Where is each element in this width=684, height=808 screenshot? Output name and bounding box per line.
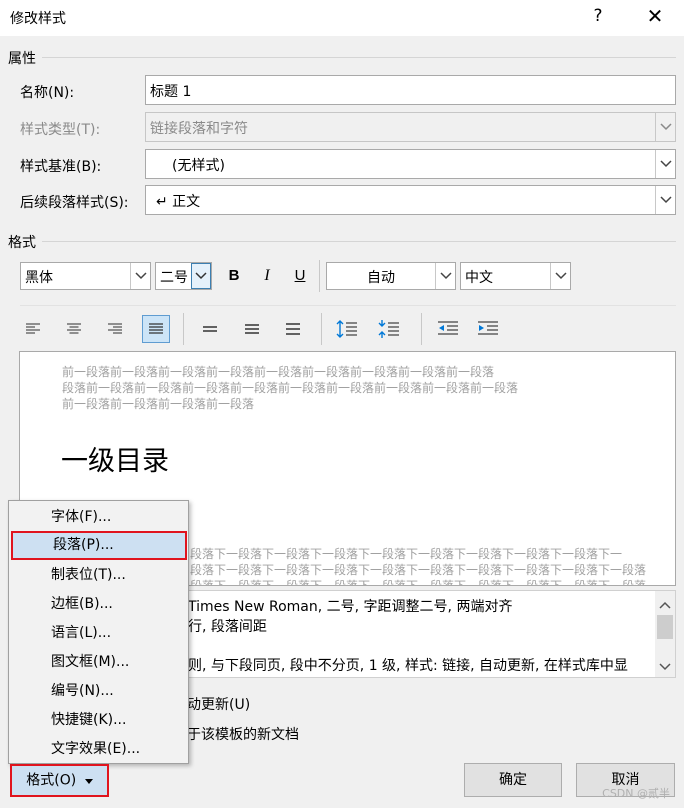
preview-next-line: 段落下一段落下一段落下一段落下一段落下一段落下一段落下一段落下一段落下一段落 <box>190 579 647 586</box>
one-half-spacing-icon[interactable] <box>238 315 266 343</box>
format-divider <box>42 241 676 242</box>
double-spacing-icon[interactable] <box>279 315 307 343</box>
script-value: 中文 <box>465 270 493 286</box>
chevron-down-icon <box>550 263 570 289</box>
menu-item-shortcut-key[interactable]: 快捷键(K)... <box>9 706 188 735</box>
italic-button[interactable]: I <box>255 264 279 288</box>
menu-item-numbering[interactable]: 编号(N)... <box>9 677 188 706</box>
menu-item-frame[interactable]: 图文框(M)... <box>9 648 188 677</box>
font-size-value: 二号 <box>160 270 188 286</box>
font-color-value: 自动 <box>367 270 395 286</box>
increase-paragraph-spacing-icon[interactable] <box>333 315 361 343</box>
window-title: 修改样式 <box>10 11 66 27</box>
toolbar-divider <box>421 313 422 345</box>
font-size-select[interactable]: 二号 <box>155 262 212 290</box>
chevron-down-icon <box>655 150 675 178</box>
decrease-indent-icon[interactable] <box>434 315 462 343</box>
menu-item-font[interactable]: 字体(F)... <box>9 503 188 532</box>
format-menu: 字体(F)... 段落(P)... 制表位(T)... 边框(B)... 语言(… <box>8 500 189 764</box>
toolbar-divider <box>183 313 184 345</box>
align-left-icon[interactable] <box>19 315 47 343</box>
following-style-value: ↵ 正文 <box>156 194 201 210</box>
justify-icon[interactable] <box>142 315 170 343</box>
scroll-thumb[interactable] <box>657 615 673 639</box>
font-select[interactable]: 黑体 <box>20 262 151 290</box>
preview-next-line: 段落下一段落下一段落下一段落下一段落下一段落下一段落下一段落下一段落下一段落 <box>190 563 647 577</box>
preview-heading: 一级目录 <box>61 446 169 477</box>
single-spacing-icon[interactable] <box>196 315 224 343</box>
menu-item-border[interactable]: 边框(B)... <box>9 590 188 619</box>
scroll-up-icon[interactable] <box>659 597 671 613</box>
description-line: 则, 与下段同页, 段中不分页, 1 级, 样式: 链接, 自动更新, 在样式库… <box>188 658 628 674</box>
following-style-select[interactable]: ↵ 正文 <box>145 185 676 215</box>
toolbar-divider <box>20 305 676 306</box>
based-on-label: 样式基准(B): <box>20 159 102 175</box>
auto-update-checkbox-label[interactable]: 动更新(U) <box>187 694 250 714</box>
menu-item-paragraph[interactable]: 段落(P)... <box>11 531 187 560</box>
preview-next-line: 段落下一段落下一段落下一段落下一段落下一段落下一段落下一段落下一段落下一 <box>190 547 623 561</box>
font-color-select[interactable]: 自动 <box>326 262 456 290</box>
description-scrollbar[interactable] <box>655 591 675 677</box>
description-line: Times New Roman, 二号, 字距调整二号, 两端对齐 <box>188 599 513 615</box>
properties-divider <box>42 57 676 58</box>
format-button-label: 格式(O) <box>26 772 77 789</box>
preview-prev-line: 前一段落前一段落前一段落前一段落 <box>62 397 255 411</box>
chevron-down-icon <box>191 263 211 289</box>
underline-button[interactable]: U <box>288 264 312 288</box>
toolbar-divider <box>319 260 320 292</box>
decrease-paragraph-spacing-icon[interactable] <box>375 315 403 343</box>
format-group-label: 格式 <box>8 235 36 251</box>
menu-item-tabs[interactable]: 制表位(T)... <box>9 561 188 590</box>
increase-indent-icon[interactable] <box>474 315 502 343</box>
dropdown-arrow-icon <box>84 766 93 795</box>
help-button[interactable]: ? <box>590 6 606 26</box>
name-input[interactable]: 标题 1 <box>145 75 676 105</box>
ok-button[interactable]: 确定 <box>464 763 562 797</box>
properties-group-label: 属性 <box>8 51 36 67</box>
watermark: CSDN @贰半 <box>602 787 670 800</box>
chevron-down-icon <box>130 263 150 289</box>
description-line: 行, 段落间距 <box>188 619 267 635</box>
format-button[interactable]: 格式(O) <box>10 764 109 797</box>
chevron-down-icon <box>435 263 455 289</box>
preview-prev-line: 前一段落前一段落前一段落前一段落前一段落前一段落前一段落前一段落前一段落 <box>62 365 495 379</box>
new-documents-radio-label[interactable]: 于该模板的新文档 <box>187 724 299 744</box>
align-right-icon[interactable] <box>101 315 129 343</box>
bold-button[interactable]: B <box>222 264 246 288</box>
chevron-down-icon <box>655 113 675 141</box>
preview-prev-line: 段落前一段落前一段落前一段落前一段落前一段落前一段落前一段落前一段落前一段落 <box>62 381 519 395</box>
toolbar-divider <box>321 313 322 345</box>
style-type-label: 样式类型(T): <box>20 122 101 138</box>
script-select[interactable]: 中文 <box>460 262 571 290</box>
scroll-down-icon[interactable] <box>659 659 671 675</box>
font-value: 黑体 <box>25 270 53 286</box>
name-label: 名称(N): <box>20 85 75 101</box>
style-type-value: 链接段落和字符 <box>150 121 248 137</box>
based-on-value: (无样式) <box>172 158 225 174</box>
chevron-down-icon <box>655 186 675 214</box>
title-bar <box>0 0 684 36</box>
following-style-label: 后续段落样式(S): <box>20 195 129 211</box>
align-center-icon[interactable] <box>60 315 88 343</box>
menu-item-language[interactable]: 语言(L)... <box>9 619 188 648</box>
menu-item-text-effects[interactable]: 文字效果(E)... <box>9 735 188 764</box>
based-on-select[interactable]: (无样式) <box>145 149 676 179</box>
style-type-select: 链接段落和字符 <box>145 112 676 142</box>
close-button[interactable]: ✕ <box>643 4 667 28</box>
